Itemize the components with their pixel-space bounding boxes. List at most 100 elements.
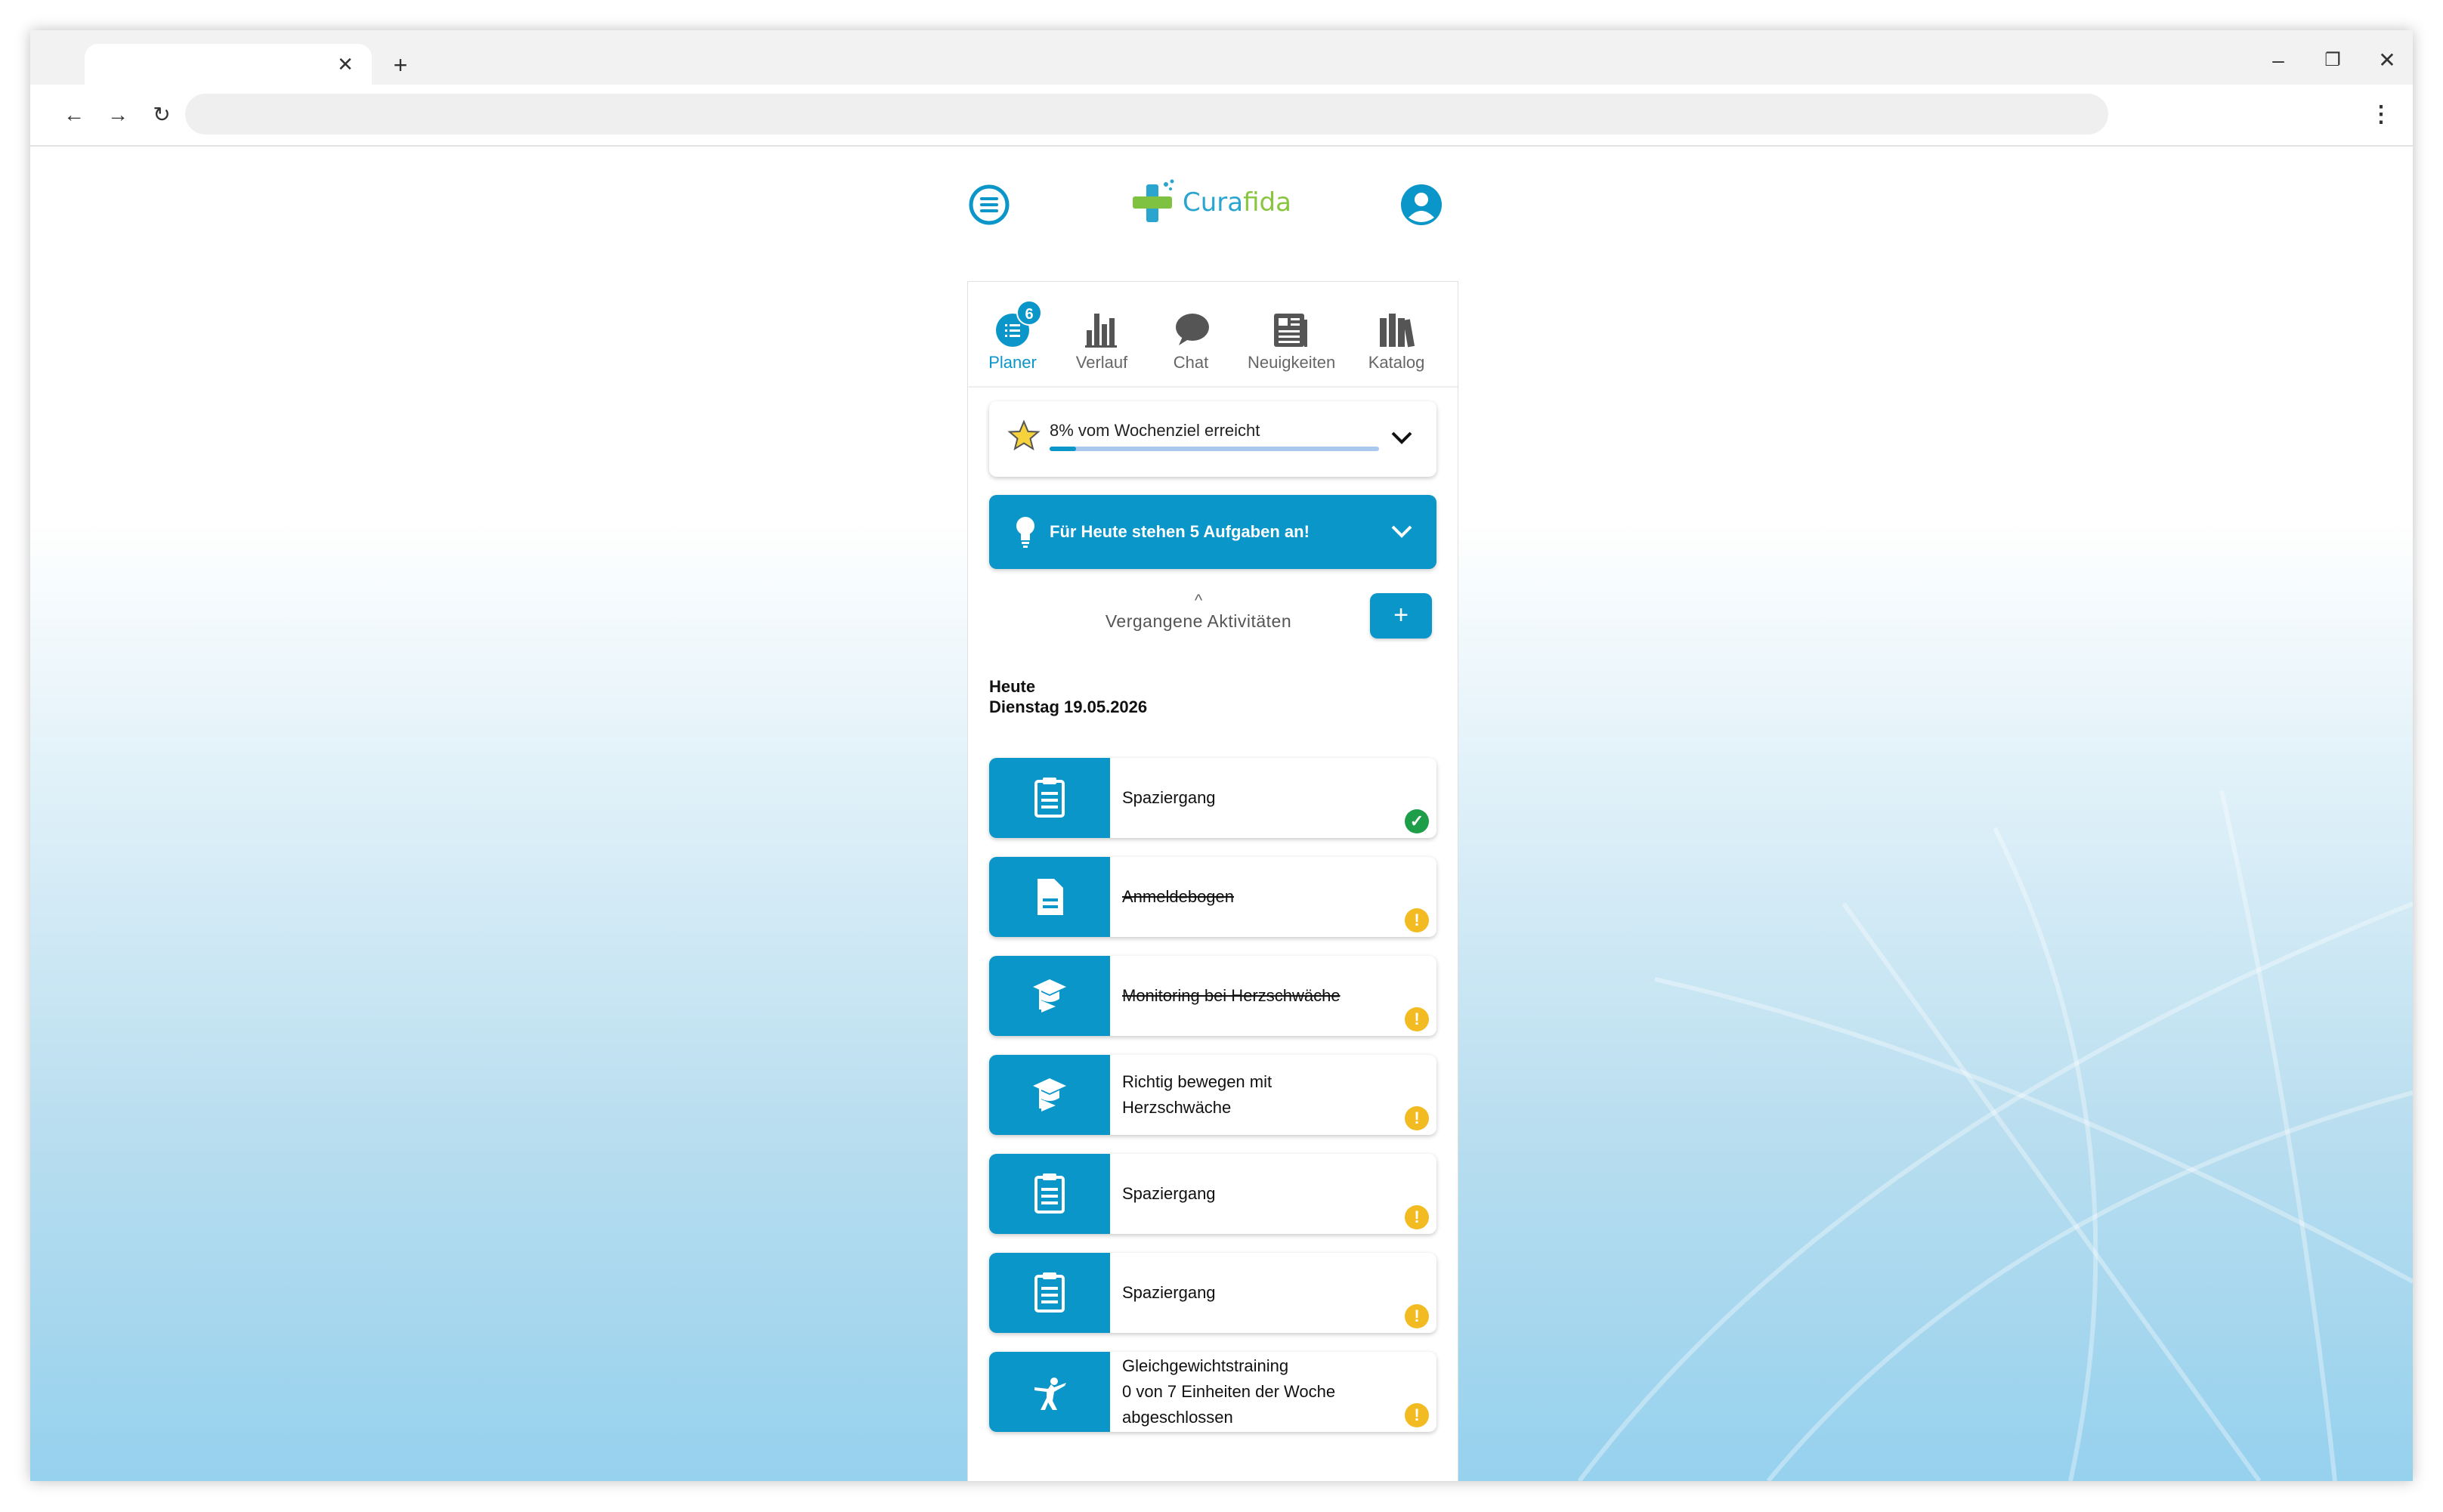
activity-icon-box xyxy=(989,758,1110,838)
goal-text: 8% vom Wochenziel erreicht xyxy=(1050,421,1260,440)
books-icon xyxy=(1380,314,1415,348)
forward-button[interactable]: → xyxy=(100,97,136,133)
education-icon xyxy=(1033,979,1066,1013)
past-activities-label: Vergangene Aktivitäten xyxy=(1105,611,1292,631)
browser-menu-button[interactable]: ⋮ xyxy=(2363,97,2399,133)
tasks-banner[interactable]: Für Heute stehen 5 Aufgaben an! xyxy=(989,495,1436,569)
reload-button[interactable]: ↻ xyxy=(144,97,180,133)
activity-icon-box xyxy=(989,1055,1110,1135)
address-bar[interactable] xyxy=(185,94,2108,135)
activity-card[interactable]: Richtig bewegen mit Herzschwäche! xyxy=(989,1055,1436,1135)
activity-title-line: Gleichgewichtstraining xyxy=(1122,1356,1289,1375)
notification-badge: 6 xyxy=(1016,300,1042,326)
status-warning-icon: ! xyxy=(1405,1205,1429,1229)
clipboard-icon xyxy=(1034,1272,1065,1313)
status-warning-icon: ! xyxy=(1405,908,1429,932)
browser-tab[interactable]: ✕ xyxy=(85,44,372,85)
day-header: Heute Dienstag 19.05.2026 xyxy=(989,676,1147,717)
activity-title: Anmeldebogen xyxy=(1122,857,1394,937)
newspaper-icon xyxy=(1274,314,1307,347)
nav-label: Planer xyxy=(988,353,1037,372)
chevron-down-icon[interactable] xyxy=(1387,516,1417,546)
status-warning-icon: ! xyxy=(1405,1007,1429,1031)
activity-icon-box xyxy=(989,1154,1110,1234)
activity-card[interactable]: Anmeldebogen! xyxy=(989,857,1436,937)
chat-icon xyxy=(1176,314,1209,345)
activity-title-line: abgeschlossen xyxy=(1122,1408,1233,1427)
restore-button[interactable]: ❐ xyxy=(2313,41,2352,80)
education-icon xyxy=(1033,1078,1066,1112)
day-date: Dienstag 19.05.2026 xyxy=(989,697,1148,716)
activity-card[interactable]: Monitoring bei Herzschwäche! xyxy=(989,956,1436,1036)
activity-title: Spaziergang xyxy=(1122,758,1394,838)
chevron-up-icon: ^ xyxy=(1194,591,1203,610)
clipboard-icon xyxy=(1034,778,1065,818)
curafida-logo: Curafida xyxy=(1130,177,1291,230)
nav-label: Katalog xyxy=(1368,353,1425,372)
activity-title: Spaziergang xyxy=(1122,1154,1394,1234)
weekly-goal-card[interactable]: 8% vom Wochenziel erreicht xyxy=(989,401,1436,477)
chevron-down-icon[interactable] xyxy=(1387,422,1417,453)
tasks-banner-text: Für Heute stehen 5 Aufgaben an! xyxy=(1050,522,1310,541)
minimize-button[interactable]: – xyxy=(2259,41,2298,80)
tab-strip: ✕ + – ❐ ✕ xyxy=(30,30,2413,85)
nav-neuigkeiten[interactable]: Neuigkeiten xyxy=(1248,300,1336,383)
app-panel: 6 Planer Verlauf Chat Neuigkeiten Katalo… xyxy=(967,281,1458,1481)
day-label: Heute xyxy=(989,677,1036,696)
nav-katalog[interactable]: Katalog xyxy=(1355,300,1438,383)
activity-card[interactable]: Spaziergang! xyxy=(989,1154,1436,1234)
goal-progress-fill xyxy=(1050,447,1076,451)
nav-verlauf[interactable]: Verlauf xyxy=(1060,300,1143,383)
balance-icon xyxy=(1034,1377,1066,1410)
activity-title: Monitoring bei Herzschwäche xyxy=(1122,956,1394,1036)
status-warning-icon: ! xyxy=(1405,1304,1429,1328)
activity-title: Spaziergang xyxy=(1122,1253,1394,1333)
nav-label: Neuigkeiten xyxy=(1248,353,1336,372)
app-header: Curafida xyxy=(967,148,1451,277)
add-activity-button[interactable]: + xyxy=(1370,593,1432,639)
menu-icon[interactable] xyxy=(967,183,1011,227)
main-navigation: 6 Planer Verlauf Chat Neuigkeiten Katalo… xyxy=(968,282,1458,388)
clipboard-icon xyxy=(1034,1173,1065,1214)
status-done-icon: ✓ xyxy=(1405,809,1429,833)
page-content: Curafida 6 Planer Verlauf Chat Neuigkeit… xyxy=(30,148,2413,1481)
goal-progress-bar xyxy=(1050,447,1379,451)
user-avatar-icon[interactable] xyxy=(1399,183,1443,227)
activity-title-line: Spaziergang xyxy=(1122,1283,1216,1302)
status-warning-icon: ! xyxy=(1405,1106,1429,1130)
new-tab-button[interactable]: + xyxy=(384,48,417,82)
activity-title-line: Anmeldebogen xyxy=(1122,887,1235,906)
bar-chart-icon xyxy=(1085,314,1117,348)
activity-card[interactable]: Spaziergang ✓ xyxy=(989,758,1436,838)
activity-icon-box xyxy=(989,857,1110,937)
status-warning-icon: ! xyxy=(1405,1403,1429,1427)
activity-icon-box xyxy=(989,956,1110,1036)
activity-title-line: Monitoring bei Herzschwäche xyxy=(1122,986,1341,1005)
activity-card[interactable]: Spaziergang! xyxy=(989,1253,1436,1333)
document-icon xyxy=(1038,879,1063,915)
activity-title-line: Spaziergang xyxy=(1122,1184,1216,1203)
lightbulb-icon xyxy=(1016,517,1034,548)
activity-icon-box xyxy=(989,1352,1110,1432)
activity-card[interactable]: Gleichgewichtstraining 0 von 7 Einheiten … xyxy=(989,1352,1436,1432)
browser-toolbar: ← → ↻ ⋮ xyxy=(30,85,2413,147)
nav-label: Verlauf xyxy=(1075,353,1128,372)
activity-title-line: Richtig bewegen mit xyxy=(1122,1072,1273,1091)
past-activities-toggle[interactable]: ^ Vergangene Aktivitäten xyxy=(1074,591,1323,639)
activity-title-line: Spaziergang xyxy=(1122,788,1216,807)
activity-title-line: 0 von 7 Einheiten der Woche xyxy=(1122,1382,1336,1401)
activity-title: Richtig bewegen mit Herzschwäche xyxy=(1122,1055,1394,1135)
back-button[interactable]: ← xyxy=(56,97,92,133)
star-icon xyxy=(1007,419,1041,451)
activity-icon-box xyxy=(989,1253,1110,1333)
nav-label: Chat xyxy=(1173,353,1209,372)
nav-planer[interactable]: 6 Planer xyxy=(971,300,1054,383)
close-window-button[interactable]: ✕ xyxy=(2367,41,2407,80)
activity-title-line: Herzschwäche xyxy=(1122,1098,1232,1117)
logo-text: Curafida xyxy=(1183,187,1291,218)
tab-close-icon[interactable]: ✕ xyxy=(332,51,358,77)
browser-window: ✕ + – ❐ ✕ ← → ↻ ⋮ Curafida 6 Planer Verl… xyxy=(30,30,2413,1481)
activity-title: Gleichgewichtstraining 0 von 7 Einheiten … xyxy=(1122,1352,1394,1432)
logo-cross-icon xyxy=(1133,179,1174,222)
nav-chat[interactable]: Chat xyxy=(1149,300,1232,383)
